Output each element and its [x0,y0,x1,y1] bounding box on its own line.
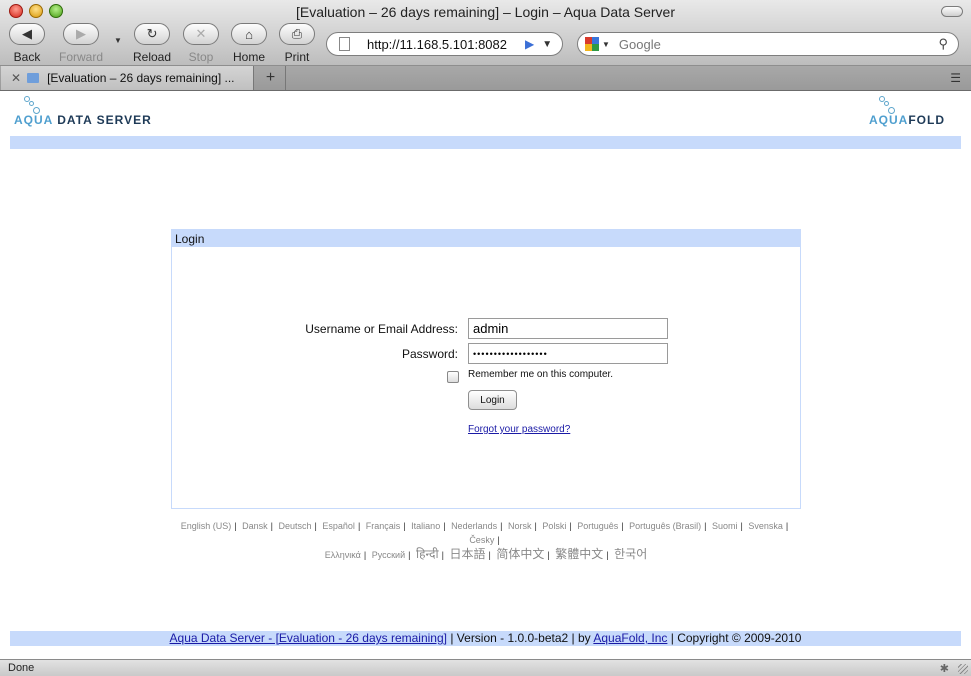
lang-hindi[interactable]: हिन्दी [416,547,439,561]
page-viewport: AQUA DATA SERVER AQUAFOLD Login Username… [0,92,971,659]
stop-button[interactable]: ✕ Stop [183,23,219,64]
version-text: Version - 1.0.0-beta2 [456,631,569,645]
home-button[interactable]: ⌂ Home [231,23,267,64]
lang-portugues[interactable]: Português [577,521,618,531]
forgot-password-link[interactable]: Forgot your password? [468,424,570,435]
home-icon: ⌂ [231,23,267,45]
lang-deutsch[interactable]: Deutsch [279,521,312,531]
aquafold-logo: AQUAFOLD [869,92,959,132]
search-input[interactable]: Google [619,37,661,52]
printer-icon: ⎙ [279,23,315,45]
lang-nederlands[interactable]: Nederlands [451,521,497,531]
language-list: English (US) | Dansk | Deutsch | Español | F… [180,521,789,561]
lang-chinese-traditional[interactable]: 繁體中文 [555,547,603,561]
forward-label: Forward [59,50,104,64]
lang-italiano[interactable]: Italiano [411,521,440,531]
url-dropdown-icon[interactable]: ▼ [542,39,552,50]
lang-english-us[interactable]: English (US) [181,521,232,531]
go-icon[interactable]: ▶ [525,37,534,51]
search-icon[interactable]: ⚲ [938,36,948,52]
search-bar[interactable]: ▼ Google ⚲ [577,32,959,56]
google-icon [585,37,599,51]
reload-icon: ↻ [134,23,171,45]
status-text: Done [8,662,35,674]
page-footer: Aqua Data Server - [Evaluation - 26 days… [10,631,961,646]
lang-portugues-brasil[interactable]: Português (Brasil) [629,521,701,531]
lang-espanol[interactable]: Español [322,521,355,531]
lang-norsk[interactable]: Norsk [508,521,532,531]
folder-icon [27,73,40,83]
back-label: Back [13,50,41,64]
lang-polski[interactable]: Polski [542,521,566,531]
tab-bar: ✕ [Evaluation – 26 days remaining] ... +… [0,66,971,91]
username-label: Username or Email Address: [305,322,458,336]
lang-russian[interactable]: Русский [372,550,405,560]
back-button[interactable]: ◀ Back [9,23,45,64]
browser-toolbar: [Evaluation – 26 days remaining] – Login… [0,0,971,66]
lang-japanese[interactable]: 日本語 [450,547,486,561]
back-arrow-icon: ◀ [9,23,45,45]
window-title: [Evaluation – 26 days remaining] – Login… [295,4,676,20]
forward-arrow-icon: ▶ [63,23,99,45]
address-bar[interactable]: http://11.168.5.101:8082 ▶ ▼ [326,32,563,56]
resize-grip-icon[interactable] [958,664,968,674]
copyright-text: Copyright © 2009-2010 [677,631,802,645]
lang-chinese-simplified[interactable]: 简体中文 [496,547,544,561]
login-panel-title: Login [172,230,800,247]
stop-label: Stop [188,50,214,64]
lang-svenska[interactable]: Svenska [748,521,783,531]
product-link[interactable]: Aqua Data Server - [Evaluation - 26 days… [170,631,447,645]
lang-francais[interactable]: Français [366,521,401,531]
stop-icon: ✕ [183,23,219,45]
activity-icon: ✱ [939,663,949,675]
lang-cesky[interactable]: Česky [469,535,494,545]
header-stripe [10,136,961,149]
new-tab-button[interactable]: + [256,66,286,90]
tab-title: [Evaluation – 26 days remaining] ... [47,71,235,85]
lang-dansk[interactable]: Dansk [242,521,268,531]
remember-me-checkbox[interactable] [447,371,459,383]
tab-login[interactable]: ✕ [Evaluation – 26 days remaining] ... [1,66,254,90]
toolbar-toggle-button[interactable] [941,6,963,17]
close-tab-icon[interactable]: ✕ [11,71,21,85]
url-text[interactable]: http://11.168.5.101:8082 [367,37,523,52]
lang-korean[interactable]: 한국어 [614,547,647,561]
password-field[interactable] [468,343,668,364]
lang-suomi[interactable]: Suomi [712,521,738,531]
login-button[interactable]: Login [468,390,517,410]
username-field[interactable] [468,318,668,339]
remember-me-label: Remember me on this computer. [468,369,614,380]
company-link[interactable]: AquaFold, Inc [593,631,667,645]
page-document-icon [339,37,350,51]
status-bar: Done ✱ [0,659,971,676]
history-dropdown-icon[interactable]: ▼ [114,36,122,45]
print-label: Print [284,50,310,64]
login-panel: Login Username or Email Address: Passwor… [171,229,801,509]
aqua-data-server-logo: AQUA DATA SERVER [14,92,194,132]
home-label: Home [232,50,265,64]
lang-greek[interactable]: Ελληνικά [325,550,361,560]
password-label: Password: [401,347,458,361]
by-text: by [578,631,591,645]
reload-label: Reload [133,50,172,64]
tab-list-icon[interactable]: ☰ [950,71,961,85]
search-engine-dropdown-icon[interactable]: ▼ [602,40,610,49]
print-button[interactable]: ⎙ Print [279,23,315,64]
forward-button[interactable]: ▶ Forward [59,23,103,64]
reload-button[interactable]: ↻ Reload [133,23,171,64]
